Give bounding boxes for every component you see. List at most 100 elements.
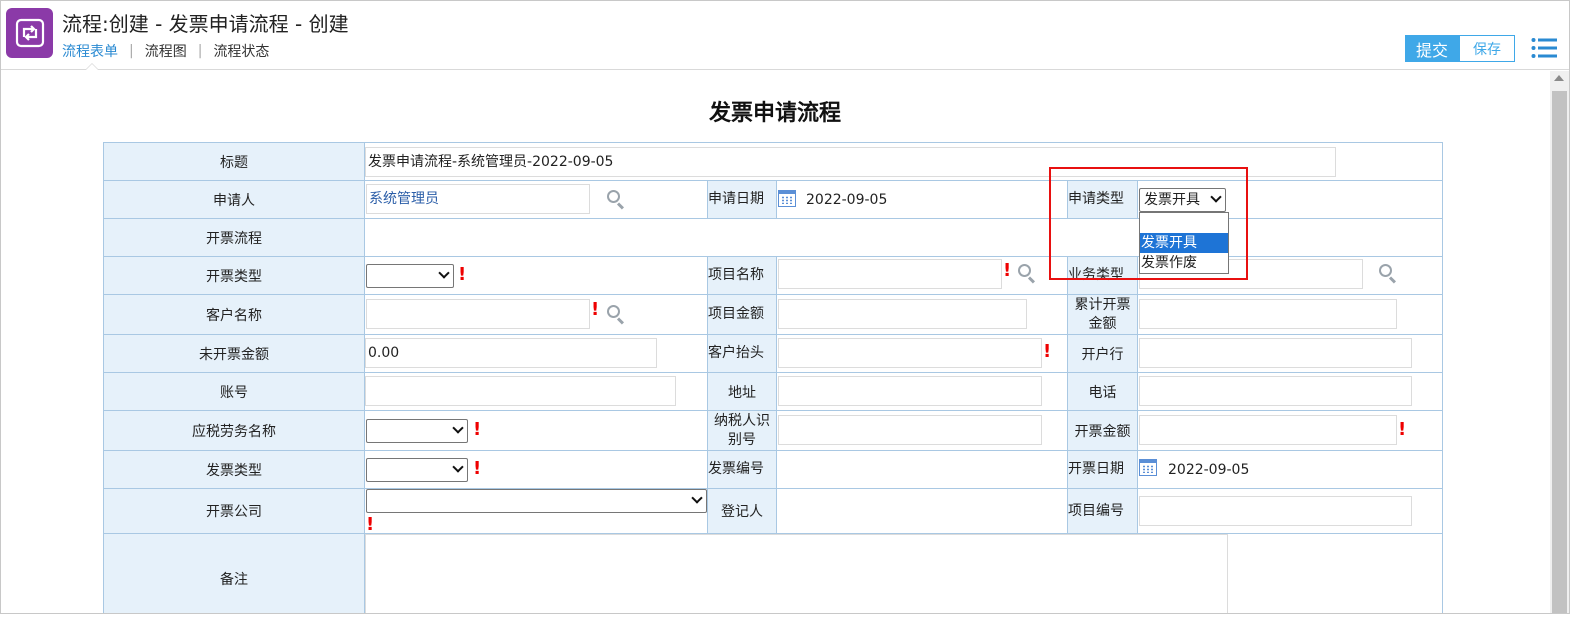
vertical-scrollbar[interactable] xyxy=(1550,71,1569,613)
list-menu-icon[interactable] xyxy=(1531,37,1557,59)
tab-flow-status[interactable]: 流程状态 xyxy=(213,41,269,61)
applicant-cell: 系统管理员 xyxy=(364,180,708,219)
search-icon[interactable] xyxy=(607,305,625,325)
remark-cell xyxy=(363,533,1444,613)
search-icon[interactable] xyxy=(1018,264,1036,284)
project-name-cell: ! xyxy=(776,256,1068,295)
required-mark: ! xyxy=(473,458,482,479)
phone-cell xyxy=(1136,372,1444,411)
label-project-name: 项目名称 xyxy=(707,256,777,295)
workflow-app-icon xyxy=(6,8,53,58)
chevron-down-icon xyxy=(438,267,450,279)
taxpayer-id-cell xyxy=(776,410,1068,451)
form-row: 开票类型 ! 项目名称 ! 业务类型 xyxy=(103,256,1444,295)
calendar-icon[interactable] xyxy=(1139,459,1157,476)
chevron-down-icon xyxy=(452,461,464,473)
bank-input[interactable] xyxy=(1139,338,1412,368)
uninvoiced-amount-cell: 0.00 xyxy=(364,334,708,373)
cumulative-amount-input[interactable] xyxy=(1139,299,1397,329)
remark-textarea[interactable] xyxy=(365,534,1228,613)
save-button[interactable]: 保存 xyxy=(1459,35,1515,62)
taxpayer-id-input[interactable] xyxy=(778,415,1042,445)
taxable-service-select[interactable] xyxy=(366,419,468,443)
label-taxpayer-id: 纳税人识别号 xyxy=(707,410,777,451)
label-address: 地址 xyxy=(707,372,777,411)
account-input[interactable] xyxy=(365,376,676,406)
applicant-input[interactable]: 系统管理员 xyxy=(366,184,590,214)
phone-input[interactable] xyxy=(1139,376,1412,406)
invoice-company-select[interactable] xyxy=(366,489,707,513)
form-title: 发票申请流程 xyxy=(708,101,841,126)
form-row: 开票公司 ! 登记人 项目编号 xyxy=(103,488,1444,534)
apply-type-select[interactable]: 发票开具 xyxy=(1139,188,1226,212)
dropdown-option[interactable]: 发票开具 xyxy=(1140,233,1228,253)
required-mark: ! xyxy=(1398,419,1407,440)
required-mark: ! xyxy=(1003,260,1012,281)
apply-type-selected-value: 发票开具 xyxy=(1144,192,1200,208)
apply-date-value[interactable]: 2022-09-05 xyxy=(806,192,887,208)
tab-form[interactable]: 流程表单 xyxy=(62,41,118,61)
calendar-icon[interactable] xyxy=(778,190,796,207)
customer-name-input[interactable] xyxy=(366,299,590,329)
bank-cell xyxy=(1136,334,1444,373)
label-invoice-flow: 开票流程 xyxy=(103,218,365,257)
label-project-amount: 项目金额 xyxy=(707,294,777,335)
invoice-type-select[interactable] xyxy=(366,458,468,482)
scroll-thumb[interactable] xyxy=(1552,91,1567,613)
invoice-amount-cell: ! xyxy=(1136,410,1444,451)
customer-header-cell: ! xyxy=(776,334,1068,373)
label-invoice-date: 开票日期 xyxy=(1067,450,1138,489)
project-no-cell xyxy=(1136,488,1444,534)
invoice-kind-select[interactable] xyxy=(366,264,454,288)
invoice-kind-cell: ! xyxy=(364,256,708,295)
label-bank: 开户行 xyxy=(1067,334,1138,373)
apply-type-dropdown-list: 发票开具 发票作废 xyxy=(1139,212,1229,274)
tab-separator: | xyxy=(129,43,134,59)
invoice-company-cell: ! xyxy=(364,488,708,534)
label-invoice-company: 开票公司 xyxy=(103,488,365,534)
title-cell: 发票申请流程-系统管理员-2022-09-05 xyxy=(363,142,1444,181)
uninvoiced-amount-input[interactable]: 0.00 xyxy=(365,338,657,368)
label-customer-header: 客户抬头 xyxy=(707,334,777,373)
label-uninvoiced-amount: 未开票金额 xyxy=(103,334,365,373)
label-invoice-no: 发票编号 xyxy=(707,450,777,489)
customer-name-cell: ! xyxy=(364,294,708,335)
page-title: 流程:创建 - 发票申请流程 - 创建 xyxy=(62,12,349,36)
submit-button[interactable]: 提交 xyxy=(1405,35,1459,62)
project-name-input[interactable] xyxy=(778,259,1002,289)
address-input[interactable] xyxy=(778,376,1042,406)
form-row: 申请人 系统管理员 申请日期 2022-09-05 申请类型 发票开具 xyxy=(103,180,1444,219)
form-row: 备注 xyxy=(103,533,1444,613)
scroll-up-arrow-icon[interactable] xyxy=(1554,75,1564,81)
form-row: 发票类型 ! 发票编号 开票日期 2022-09-05 xyxy=(103,450,1444,489)
invoice-amount-input[interactable] xyxy=(1139,415,1397,445)
tab-separator: | xyxy=(197,43,203,59)
chevron-down-icon xyxy=(452,422,464,434)
label-business-type: 业务类型 xyxy=(1067,256,1138,295)
dropdown-option[interactable] xyxy=(1140,213,1228,233)
form-row: 账号 地址 电话 xyxy=(103,372,1444,411)
search-icon[interactable] xyxy=(607,190,625,210)
label-registrar: 登记人 xyxy=(707,488,777,534)
project-no-input[interactable] xyxy=(1139,496,1412,526)
title-input[interactable]: 发票申请流程-系统管理员-2022-09-05 xyxy=(365,147,1336,177)
label-project-no: 项目编号 xyxy=(1067,488,1138,534)
label-invoice-type: 发票类型 xyxy=(103,450,365,489)
search-icon[interactable] xyxy=(1379,264,1397,284)
invoice-form-table: 标题 发票申请流程-系统管理员-2022-09-05 申请人 系统管理员 申请日… xyxy=(103,142,1444,613)
tab-flow-chart[interactable]: 流程图 xyxy=(145,41,187,61)
window-frame: 流程:创建 - 发票申请流程 - 创建 流程表单 | 流程图 | 流程状态 提交… xyxy=(0,0,1570,614)
cumulative-amount-cell xyxy=(1136,294,1444,335)
label-invoice-amount: 开票金额 xyxy=(1067,410,1138,451)
customer-header-input[interactable] xyxy=(778,338,1042,368)
label-phone: 电话 xyxy=(1067,372,1138,411)
label-apply-date: 申请日期 xyxy=(707,180,777,219)
required-mark: ! xyxy=(1043,341,1052,362)
required-mark: ! xyxy=(591,299,600,320)
form-row: 标题 发票申请流程-系统管理员-2022-09-05 xyxy=(103,142,1444,181)
project-amount-input[interactable] xyxy=(778,299,1027,329)
dropdown-option[interactable]: 发票作废 xyxy=(1140,253,1228,273)
invoice-date-value[interactable]: 2022-09-05 xyxy=(1168,462,1249,478)
invoice-no-cell xyxy=(776,450,1068,489)
header-bar: 流程:创建 - 发票申请流程 - 创建 流程表单 | 流程图 | 流程状态 提交… xyxy=(1,1,1569,70)
